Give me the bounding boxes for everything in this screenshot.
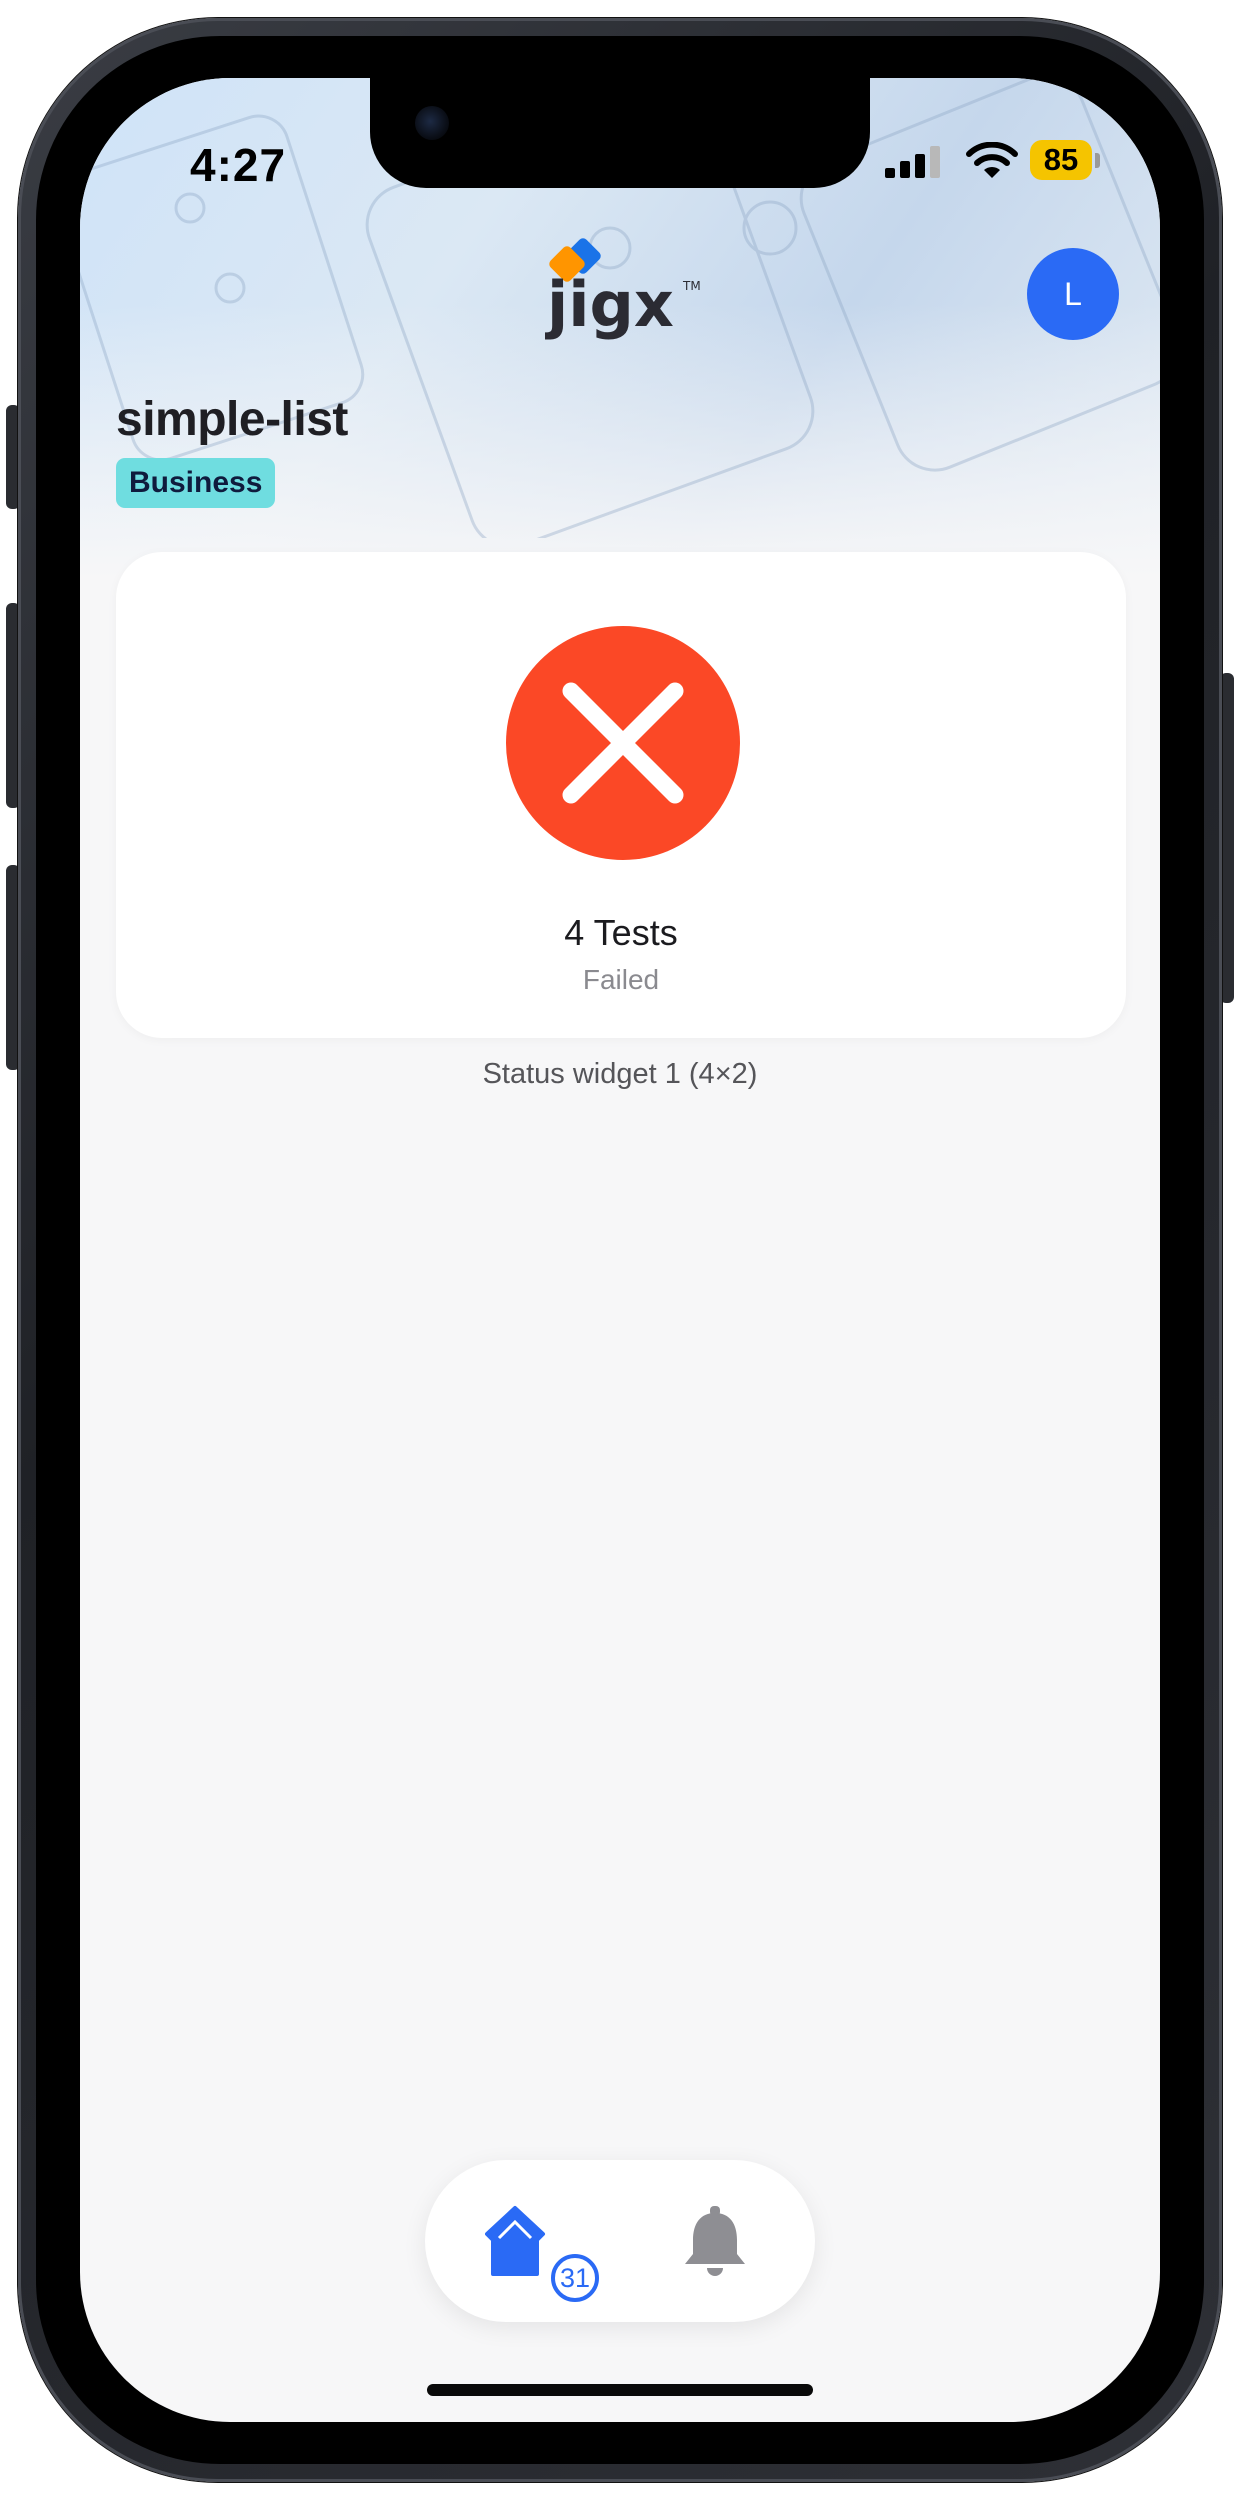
status-indicator [506, 626, 740, 860]
phone-mockup: 4:27 85 jigx TM L simple-list Business 4… [0, 0, 1240, 2500]
status-widget-title: 4 Tests [564, 912, 678, 953]
status-widget-subtitle: Failed [582, 964, 660, 995]
battery-level: 85 [1030, 140, 1092, 180]
close-icon [562, 682, 684, 804]
bell-icon [685, 2206, 745, 2276]
wifi-icon [966, 142, 1018, 178]
page-title: simple-list [116, 393, 348, 446]
battery-icon [1095, 153, 1100, 168]
power-button [1220, 673, 1234, 1003]
app-screen: 4:27 85 jigx TM L simple-list Business 4… [80, 78, 1160, 2422]
tab-home[interactable]: 31 [485, 2204, 599, 2304]
cellular-signal-icon [885, 146, 940, 178]
tab-notifications[interactable] [680, 2206, 750, 2286]
svg-text:TM: TM [682, 279, 701, 293]
jigx-logo: jigx TM [545, 238, 701, 341]
status-time: 4:27 [190, 139, 287, 191]
svg-text:jigx: jigx [545, 268, 674, 341]
user-avatar[interactable]: L [1027, 248, 1119, 340]
home-indicator[interactable] [427, 2384, 813, 2396]
status-widget-card[interactable]: 4 Tests Failed [116, 552, 1126, 1038]
front-camera [415, 106, 449, 140]
category-tag: Business [116, 458, 276, 508]
widget-caption: Status widget 1 (4×2) [482, 1058, 758, 1090]
notification-count-badge: 31 [551, 2254, 599, 2302]
bottom-tab-bar: 31 [425, 2160, 815, 2322]
